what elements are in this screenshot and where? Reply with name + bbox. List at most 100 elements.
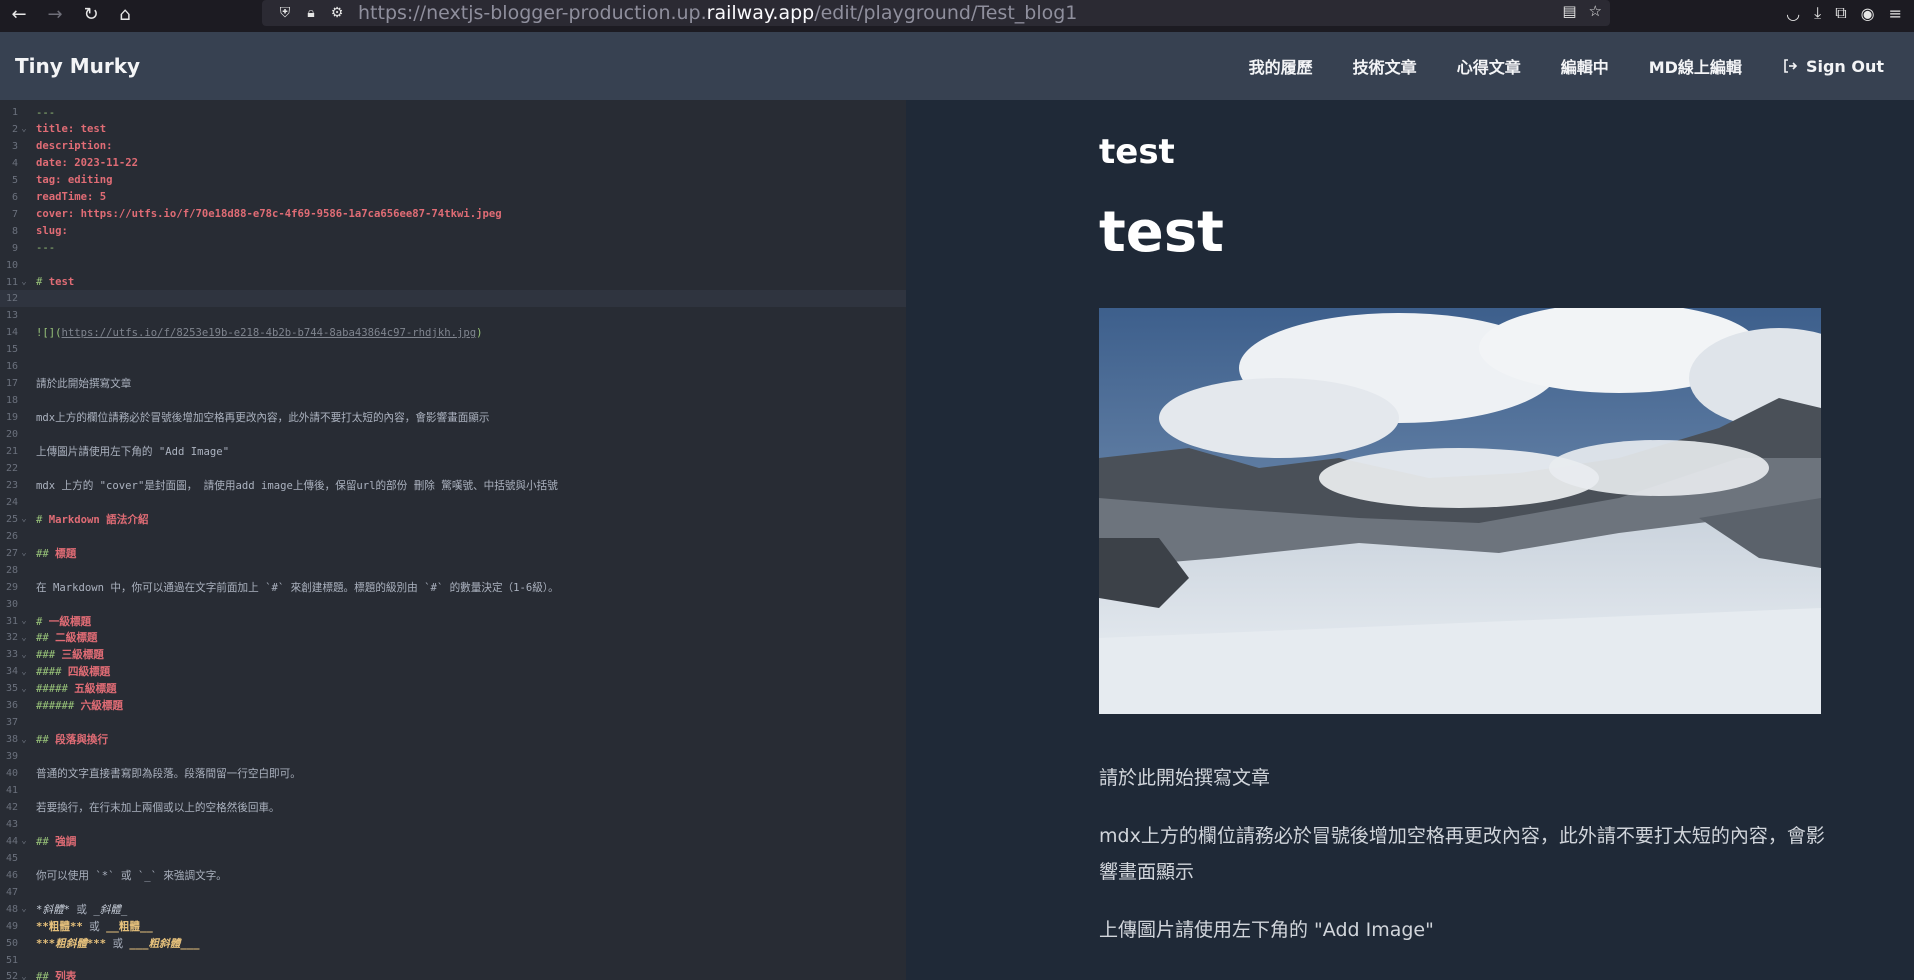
address-bar[interactable]: ⛨ 🔒︎ ⚙ https://nextjs-blogger-production… bbox=[262, 0, 1610, 26]
editor-line[interactable]: 2 ⌄ title: test bbox=[0, 121, 906, 138]
editor-line[interactable]: 48 ⌄ *斜體* 或 _斜體_ bbox=[0, 901, 906, 918]
editor-line[interactable]: 39 bbox=[0, 748, 906, 765]
editor-line[interactable]: 19 mdx上方的欄位請務必於冒號後增加空格再更改內容，此外請不要打太短的內容，會… bbox=[0, 409, 906, 426]
editor-line[interactable]: 4 date: 2023-11-22 bbox=[0, 155, 906, 172]
line-number: 6 bbox=[11, 191, 18, 203]
editor-line[interactable]: 43 bbox=[0, 816, 906, 833]
editor-line[interactable]: 33 ⌄ ### 三級標題 bbox=[0, 646, 906, 663]
editor-line[interactable]: 28 bbox=[0, 562, 906, 579]
editor-line[interactable]: 9 --- bbox=[0, 240, 906, 257]
home-icon[interactable]: ⌂ bbox=[110, 0, 140, 28]
editor-line[interactable]: 22 bbox=[0, 460, 906, 477]
back-icon[interactable]: ← bbox=[4, 0, 34, 28]
editor-line[interactable]: 23 mdx 上方的 "cover"是封面圖， 請使用add image上傳後，保… bbox=[0, 477, 906, 494]
fold-chevron-icon[interactable]: ⌄ bbox=[18, 972, 30, 980]
editor-line[interactable]: 15 bbox=[0, 341, 906, 358]
line-number: 50 bbox=[5, 937, 18, 949]
fold-chevron-icon[interactable]: ⌄ bbox=[18, 836, 30, 846]
fold-chevron-icon[interactable]: ⌄ bbox=[18, 735, 30, 745]
lock-icon[interactable]: 🔒︎ bbox=[298, 5, 324, 21]
editor-line[interactable]: 17 請於此開始撰寫文章 bbox=[0, 375, 906, 392]
brand-logo[interactable]: Tiny Murky bbox=[15, 54, 140, 78]
reload-icon[interactable]: ↻ bbox=[76, 0, 106, 28]
download-icon[interactable]: ⤓ bbox=[1814, 3, 1821, 23]
preview-paragraph: mdx上方的欄位請務必於冒號後增加空格再更改內容，此外請不要打太短的內容，會影響… bbox=[1099, 825, 1825, 883]
shield-icon[interactable]: ⛨ bbox=[272, 5, 298, 21]
line-content: mdx上方的欄位請務必於冒號後增加空格再更改內容，此外請不要打太短的內容，會影響… bbox=[30, 410, 489, 425]
editor-line[interactable]: 32 ⌄ ## 二級標題 bbox=[0, 629, 906, 646]
editor-line[interactable]: 42 若要換行，在行末加上兩個或以上的空格然後回車。 bbox=[0, 799, 906, 816]
fold-chevron-icon[interactable]: ⌄ bbox=[18, 616, 30, 626]
editor-line[interactable]: 18 bbox=[0, 392, 906, 409]
editor-line[interactable]: 31 ⌄ # 一級標題 bbox=[0, 613, 906, 630]
editor-line[interactable]: 35 ⌄ ##### 五級標題 bbox=[0, 680, 906, 697]
editor-line[interactable]: 11 ⌄ # test bbox=[0, 274, 906, 291]
fold-chevron-icon[interactable]: ⌄ bbox=[18, 650, 30, 660]
editor-line[interactable]: 13 bbox=[0, 307, 906, 324]
code-token: 若要換行，在行末加上兩個或以上的空格然後回車。 bbox=[36, 801, 280, 814]
editor-line[interactable]: 37 bbox=[0, 714, 906, 731]
fold-chevron-icon[interactable]: ⌄ bbox=[18, 514, 30, 524]
editor-line[interactable]: 44 ⌄ ## 強調 bbox=[0, 833, 906, 850]
editor-line[interactable]: 1 --- bbox=[0, 104, 906, 121]
extensions-icon[interactable]: ⧉ bbox=[1835, 3, 1846, 23]
editor-line[interactable]: 38 ⌄ ## 段落與換行 bbox=[0, 731, 906, 748]
editor-line[interactable]: 29 在 Markdown 中，你可以通過在文字前面加上 `#` 來創建標題。標題… bbox=[0, 579, 906, 596]
line-number: 43 bbox=[5, 818, 18, 830]
editor-line[interactable]: 21 上傳圖片請使用左下角的 "Add Image" bbox=[0, 443, 906, 460]
editor-line[interactable]: 6 readTime: 5 bbox=[0, 189, 906, 206]
nav-md-editor[interactable]: MD線上編輯 bbox=[1649, 54, 1742, 78]
pocket-icon[interactable]: ◡ bbox=[1786, 4, 1800, 23]
editor-line[interactable]: 49 **粗體** 或 __粗體__ bbox=[0, 918, 906, 935]
editor-line[interactable]: 45 bbox=[0, 850, 906, 867]
editor-line[interactable]: 26 bbox=[0, 528, 906, 545]
line-number: 49 bbox=[5, 920, 18, 932]
editor-line[interactable]: 51 bbox=[0, 952, 906, 969]
editor-line[interactable]: 8 slug: bbox=[0, 223, 906, 240]
editor-line[interactable]: 12 bbox=[0, 290, 906, 308]
editor-line[interactable]: 25 ⌄ # Markdown 語法介紹 bbox=[0, 511, 906, 528]
menu-icon[interactable]: ≡ bbox=[1889, 4, 1902, 23]
sign-out-button[interactable]: Sign Out bbox=[1782, 57, 1884, 76]
editor-line[interactable]: 34 ⌄ #### 四級標題 bbox=[0, 663, 906, 680]
nav-resume[interactable]: 我的履歷 bbox=[1249, 54, 1313, 78]
permissions-icon[interactable]: ⚙ bbox=[324, 5, 350, 21]
editor-line[interactable]: 5 tag: editing bbox=[0, 172, 906, 189]
editor-line[interactable]: 47 bbox=[0, 884, 906, 901]
editor-line[interactable]: 7 cover: https://utfs.io/f/70e18d88-e78c-… bbox=[0, 206, 906, 223]
account-icon[interactable]: ◉ bbox=[1861, 4, 1875, 23]
editor-line[interactable]: 46 你可以使用 `*` 或 `_` 來強調文字。 bbox=[0, 867, 906, 884]
editor-line[interactable]: 10 bbox=[0, 257, 906, 274]
fold-chevron-icon[interactable]: ⌄ bbox=[18, 633, 30, 643]
fold-chevron-icon[interactable]: ⌄ bbox=[18, 124, 30, 134]
editor-line[interactable]: 52 ⌄ ## 列表 bbox=[0, 968, 906, 980]
bookmark-star-icon[interactable]: ☆ bbox=[1589, 2, 1602, 20]
url-text[interactable]: https://nextjs-blogger-production.up.rai… bbox=[358, 2, 1077, 24]
editor-line[interactable]: 16 bbox=[0, 358, 906, 375]
nav-reflection-articles[interactable]: 心得文章 bbox=[1457, 54, 1521, 78]
editor-line[interactable]: 41 bbox=[0, 782, 906, 799]
fold-chevron-icon[interactable]: ⌄ bbox=[18, 548, 30, 558]
code-token: # bbox=[36, 513, 49, 526]
editor-line[interactable]: 14 ![](https://utfs.io/f/8253e19b-e218-4b… bbox=[0, 324, 906, 341]
editor-line[interactable]: 40 普通的文字直接書寫即為段落。段落間留一行空白即可。 bbox=[0, 765, 906, 782]
editor-line[interactable]: 50 ***粗斜體*** 或 ___粗斜體___ bbox=[0, 935, 906, 952]
line-number: 12 bbox=[5, 293, 18, 305]
nav-editing[interactable]: 編輯中 bbox=[1561, 54, 1609, 78]
post-title: test bbox=[1099, 132, 1175, 172]
editor-line[interactable]: 30 bbox=[0, 596, 906, 613]
markdown-editor[interactable]: 1 --- 2 ⌄ title: test 3 description: 4 date: 202… bbox=[0, 100, 906, 980]
fold-chevron-icon[interactable]: ⌄ bbox=[18, 684, 30, 694]
editor-line[interactable]: 3 description: bbox=[0, 138, 906, 155]
fold-chevron-icon[interactable]: ⌄ bbox=[18, 277, 30, 287]
code-token: 六級標題 bbox=[80, 700, 124, 713]
editor-line[interactable]: 27 ⌄ ## 標題 bbox=[0, 545, 906, 562]
editor-line[interactable]: 36 ###### 六級標題 bbox=[0, 697, 906, 714]
forward-icon[interactable]: → bbox=[40, 0, 70, 28]
fold-chevron-icon[interactable]: ⌄ bbox=[18, 667, 30, 677]
nav-tech-articles[interactable]: 技術文章 bbox=[1353, 54, 1417, 78]
reader-view-icon[interactable]: ▤ bbox=[1562, 2, 1576, 20]
fold-chevron-icon[interactable]: ⌄ bbox=[18, 904, 30, 914]
editor-line[interactable]: 24 bbox=[0, 494, 906, 511]
editor-line[interactable]: 20 bbox=[0, 426, 906, 443]
